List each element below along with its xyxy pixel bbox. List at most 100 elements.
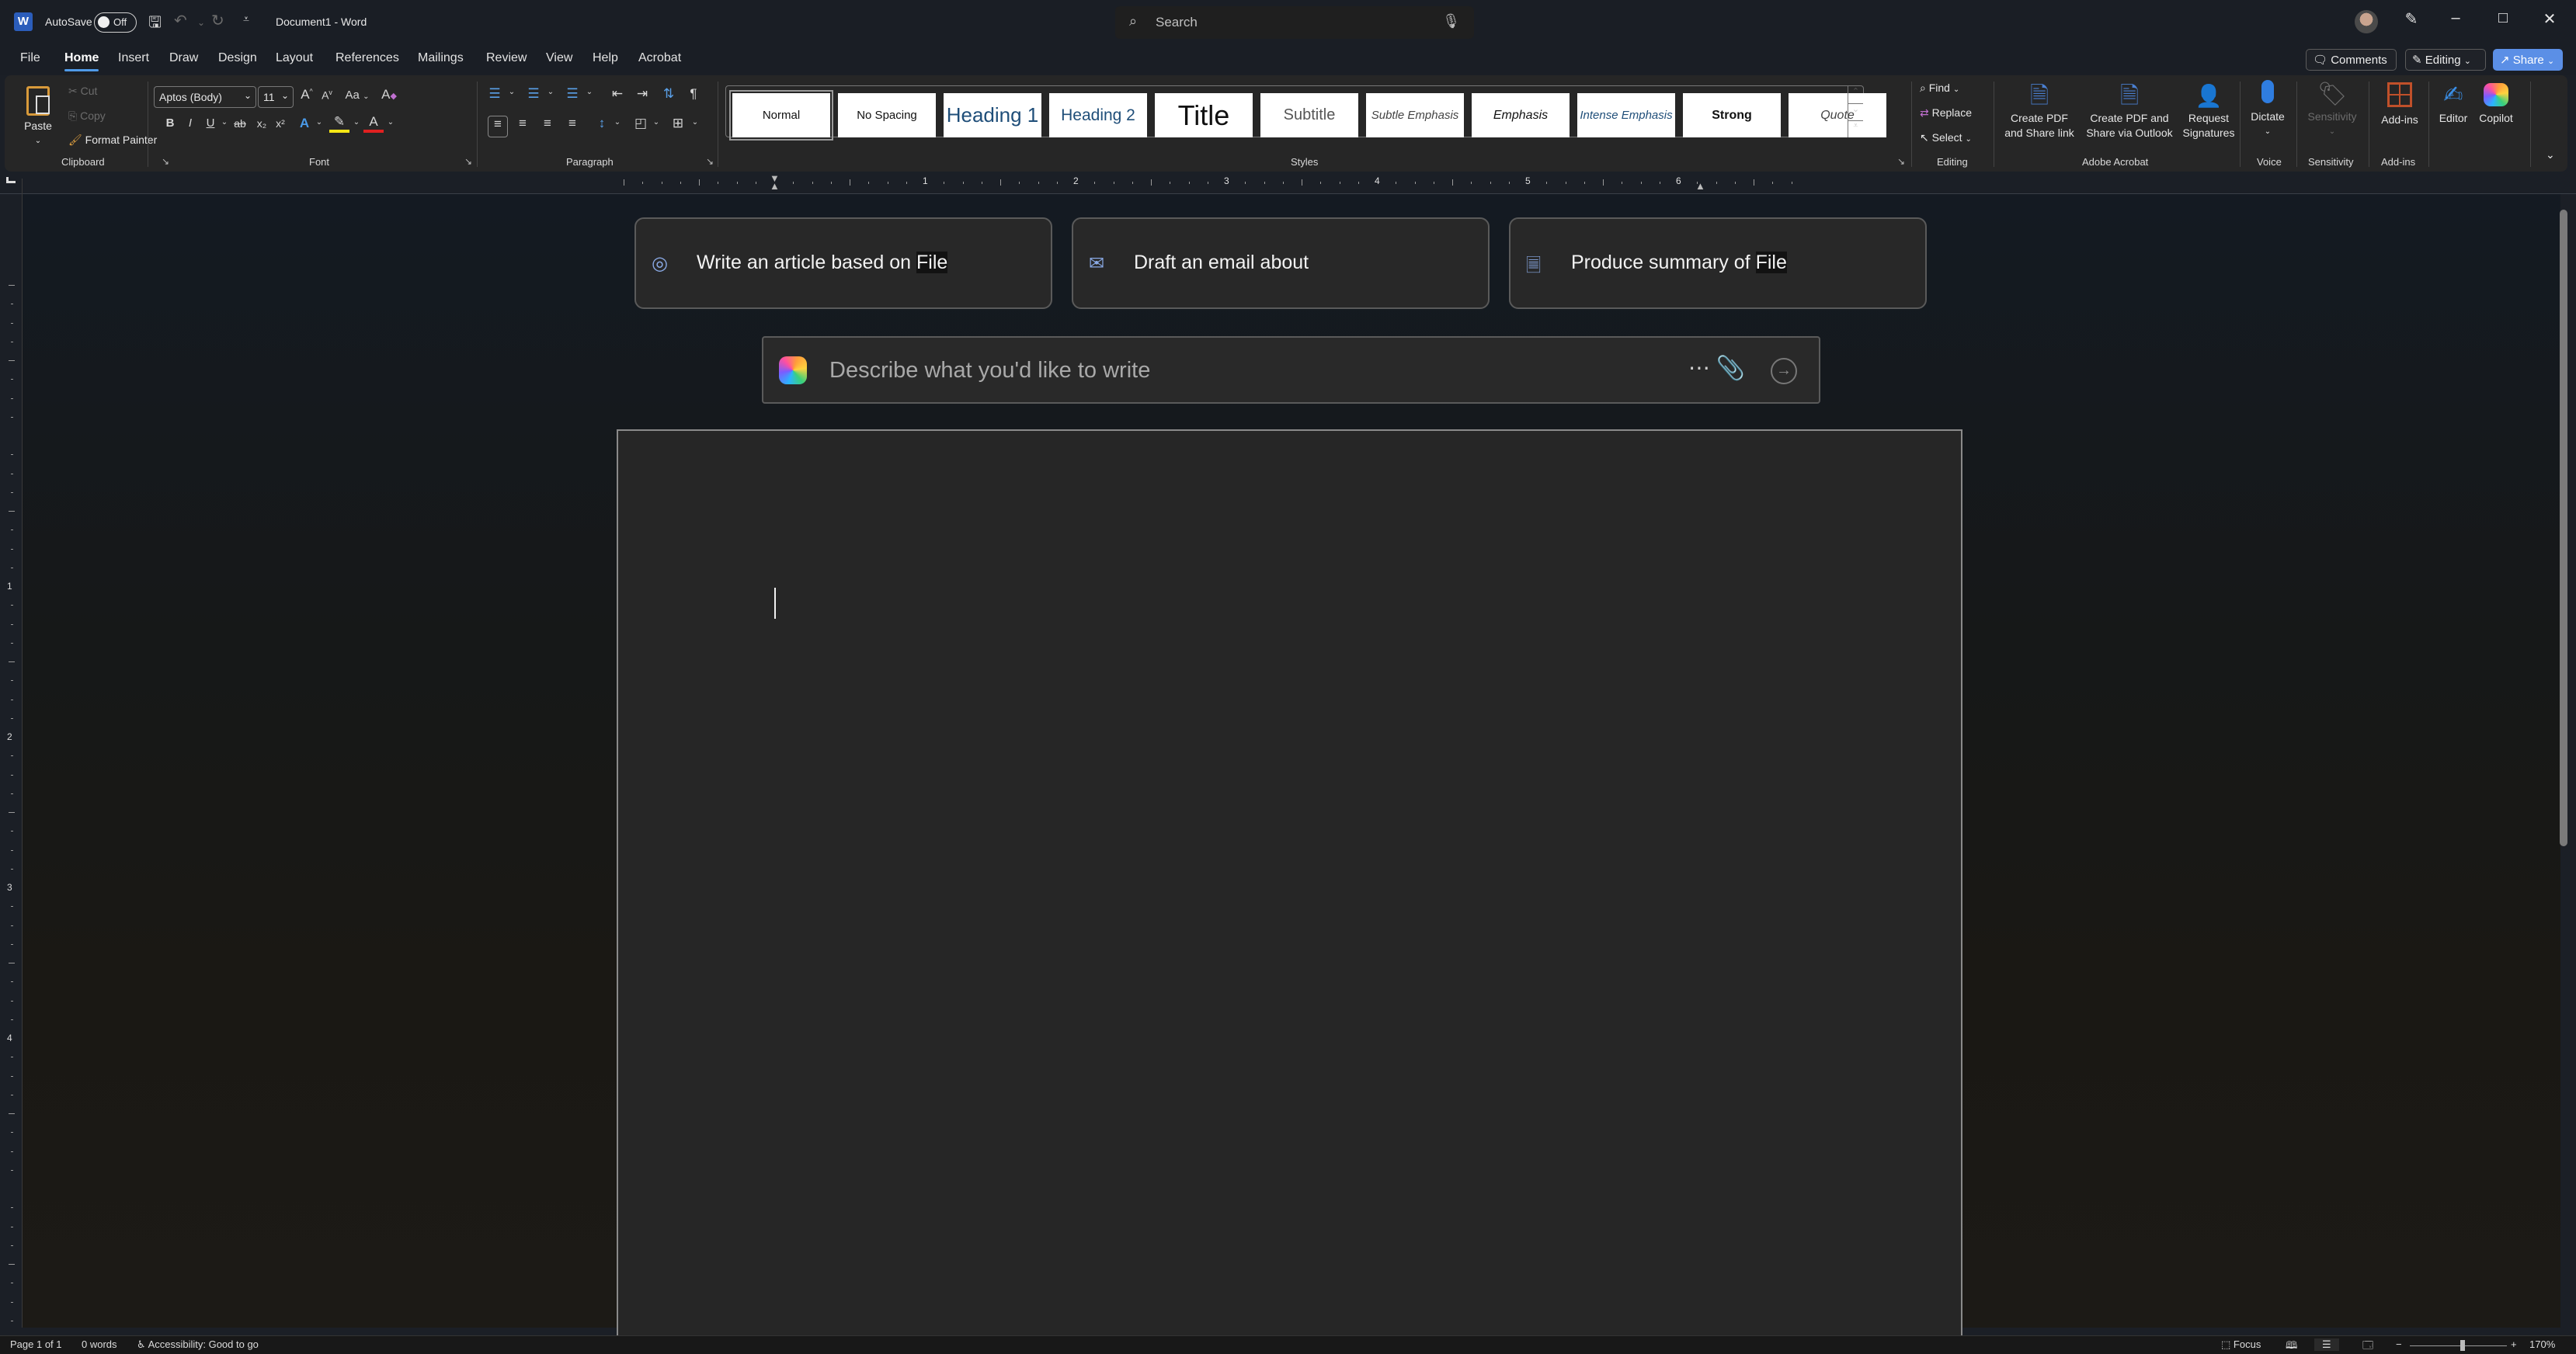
undo-icon[interactable]: ↶ xyxy=(174,11,187,30)
clipboard-launcher-icon[interactable]: ↘ xyxy=(162,156,169,167)
chevron-down-icon[interactable]: ⌄ xyxy=(381,118,401,127)
align-right-icon[interactable]: ≡ xyxy=(537,116,558,131)
zoom-in-icon[interactable]: + xyxy=(2511,1338,2517,1350)
chevron-down-icon[interactable]: ⌄ xyxy=(309,118,329,127)
style-quote[interactable]: Quote xyxy=(1789,93,1886,137)
chevron-down-icon[interactable]: ⌄ xyxy=(579,88,600,96)
page-count[interactable]: Page 1 of 1 xyxy=(10,1338,62,1350)
zoom-level[interactable]: 170% xyxy=(2529,1338,2555,1350)
minimize-icon[interactable]: – xyxy=(2444,9,2467,27)
chevron-down-icon[interactable]: ⌄ xyxy=(646,118,666,127)
paragraph-launcher-icon[interactable]: ↘ xyxy=(706,156,714,167)
collapse-ribbon-icon[interactable]: ⌄ xyxy=(2546,148,2555,161)
increase-indent-icon[interactable]: ⇥ xyxy=(632,86,652,102)
document-page[interactable] xyxy=(617,429,1962,1338)
style-emphasis[interactable]: Emphasis xyxy=(1472,93,1570,137)
tab-mailings[interactable]: Mailings xyxy=(418,51,464,65)
style-title[interactable]: Title xyxy=(1155,93,1253,137)
font-name-combo[interactable]: Aptos (Body) ⌄ xyxy=(154,86,256,108)
justify-icon[interactable]: ≡ xyxy=(562,116,582,131)
word-count[interactable]: 0 words xyxy=(82,1338,117,1350)
close-icon[interactable]: ✕ xyxy=(2538,9,2561,29)
clear-formatting-icon[interactable]: A◆ xyxy=(379,87,399,102)
microphone-icon[interactable]: 🎙 xyxy=(1442,13,1460,30)
paste-button[interactable]: Paste ⌄ xyxy=(20,86,56,148)
sort-icon[interactable]: ⇅ xyxy=(659,86,679,102)
tab-draw[interactable]: Draw xyxy=(169,51,198,65)
style-heading-1[interactable]: Heading 1 xyxy=(944,93,1041,137)
read-mode-icon[interactable]: 🕮 xyxy=(2286,1338,2297,1354)
select-button[interactable]: ↖ Select ⌄ xyxy=(1920,131,1972,144)
style-normal[interactable]: Normal xyxy=(729,90,833,141)
customize-quick-access-icon[interactable]: ⩡ xyxy=(243,12,249,26)
avatar[interactable] xyxy=(2355,10,2378,33)
grow-font-icon[interactable]: A^ xyxy=(297,87,317,102)
tab-view[interactable]: View xyxy=(546,51,572,65)
style-subtitle[interactable]: Subtitle xyxy=(1260,93,1358,137)
sensitivity-button[interactable]: 🏷 Sensitivity ⌄ xyxy=(2302,80,2362,139)
tab-design[interactable]: Design xyxy=(218,51,257,65)
style-strong[interactable]: Strong xyxy=(1683,93,1781,137)
style-subtle-emphasis[interactable]: Subtle Emphasis xyxy=(1366,93,1464,137)
strikethrough-button[interactable]: ab xyxy=(230,117,250,130)
shrink-font-icon[interactable]: Av xyxy=(317,89,337,102)
share-button[interactable]: ↗ Share ⌄ xyxy=(2493,49,2563,71)
tab-layout[interactable]: Layout xyxy=(276,51,313,65)
maximize-icon[interactable]: □ xyxy=(2491,9,2515,27)
search-box[interactable]: ⌕ Search 🎙 xyxy=(1115,6,1474,39)
suggestion-card-email[interactable]: ✉ Draft an email about xyxy=(1072,217,1490,309)
copilot-button[interactable]: Copilot xyxy=(2474,80,2518,126)
superscript-button[interactable]: x² xyxy=(270,117,290,130)
copy-button[interactable]: ⎘ Copy xyxy=(68,109,106,123)
style-no-spacing[interactable]: No Spacing xyxy=(838,93,936,137)
format-painter-button[interactable]: 🖌 Format Painter xyxy=(68,134,157,147)
redo-icon[interactable]: ↻ xyxy=(211,11,224,30)
right-indent-marker[interactable]: ▲ xyxy=(1695,181,1705,191)
chevron-down-icon[interactable]: ⌄ xyxy=(502,88,522,96)
vertical-ruler[interactable]: 1 2 3 4 xyxy=(3,199,20,1332)
chevron-down-icon[interactable]: ⌄ xyxy=(607,118,627,127)
align-left-icon[interactable]: ≡ xyxy=(488,116,508,137)
attach-icon[interactable]: 📎 xyxy=(1716,355,1745,382)
suggestion-card-article[interactable]: ◎ Write an article based on File xyxy=(634,217,1052,309)
web-layout-icon[interactable]: 🗔 xyxy=(2362,1338,2373,1354)
subscript-button[interactable]: x₂ xyxy=(252,117,272,130)
tab-review[interactable]: Review xyxy=(486,51,527,65)
font-launcher-icon[interactable]: ↘ xyxy=(464,156,472,167)
tab-acrobat[interactable]: Acrobat xyxy=(638,51,681,65)
vertical-scrollbar[interactable] xyxy=(2560,210,2567,846)
cut-button[interactable]: ✂ Cut xyxy=(68,85,97,98)
zoom-out-icon[interactable]: − xyxy=(2396,1338,2402,1350)
style-heading-2[interactable]: Heading 2 xyxy=(1049,93,1147,137)
request-signatures-button[interactable]: 👤 Request Signatures xyxy=(2179,82,2238,141)
create-pdf-outlook-button[interactable]: 🗎 Create PDF and Share via Outlook xyxy=(2082,82,2177,141)
create-pdf-share-link-button[interactable]: 🗎 Create PDF and Share link xyxy=(2002,82,2077,141)
tab-stop-selector-icon[interactable] xyxy=(6,177,16,183)
styles-launcher-icon[interactable]: ↘ xyxy=(1897,156,1905,167)
copilot-prompt-box[interactable]: Describe what you'd like to write ⋯ 📎 → xyxy=(762,336,1820,404)
autosave-toggle[interactable]: Off xyxy=(94,12,137,33)
horizontal-ruler[interactable]: 1 2 3 4 5 6 ▼ ▲ ▲ xyxy=(614,173,1949,191)
more-options-icon[interactable]: ⋯ xyxy=(1688,355,1710,380)
save-icon[interactable]: 🖫 xyxy=(148,11,162,37)
font-size-combo[interactable]: 11 ⌄ xyxy=(258,86,294,108)
add-ins-button[interactable]: Add-ins xyxy=(2375,80,2425,127)
tab-file[interactable]: File xyxy=(20,51,40,65)
align-center-icon[interactable]: ≡ xyxy=(513,116,533,131)
decrease-indent-icon[interactable]: ⇤ xyxy=(607,86,627,102)
hanging-indent-marker[interactable]: ▲ xyxy=(770,181,780,191)
zoom-slider-track[interactable] xyxy=(2410,1345,2507,1346)
chevron-down-icon[interactable]: ⌄ xyxy=(541,88,561,96)
replace-button[interactable]: ⇄ Replace xyxy=(1920,106,1972,120)
tab-references[interactable]: References xyxy=(335,51,399,65)
dictate-button[interactable]: Dictate ⌄ xyxy=(2246,80,2289,139)
style-intense-emphasis[interactable]: Intense Emphasis xyxy=(1577,93,1675,137)
gallery-scroll-up-icon[interactable]: ⌃ xyxy=(1848,86,1863,103)
gallery-expand-icon[interactable]: ⩡ xyxy=(1848,120,1863,137)
send-icon[interactable]: → xyxy=(1771,358,1797,384)
suggestion-card-summary[interactable]: 🗏 Produce summary of File xyxy=(1509,217,1927,309)
focus-button[interactable]: ⬚ Focus xyxy=(2221,1338,2261,1351)
chevron-down-icon[interactable]: ⌄ xyxy=(685,118,705,127)
gallery-scroll-down-icon[interactable]: ⌄ xyxy=(1848,103,1863,120)
undo-dropdown-icon[interactable]: ⌄ xyxy=(197,17,205,28)
